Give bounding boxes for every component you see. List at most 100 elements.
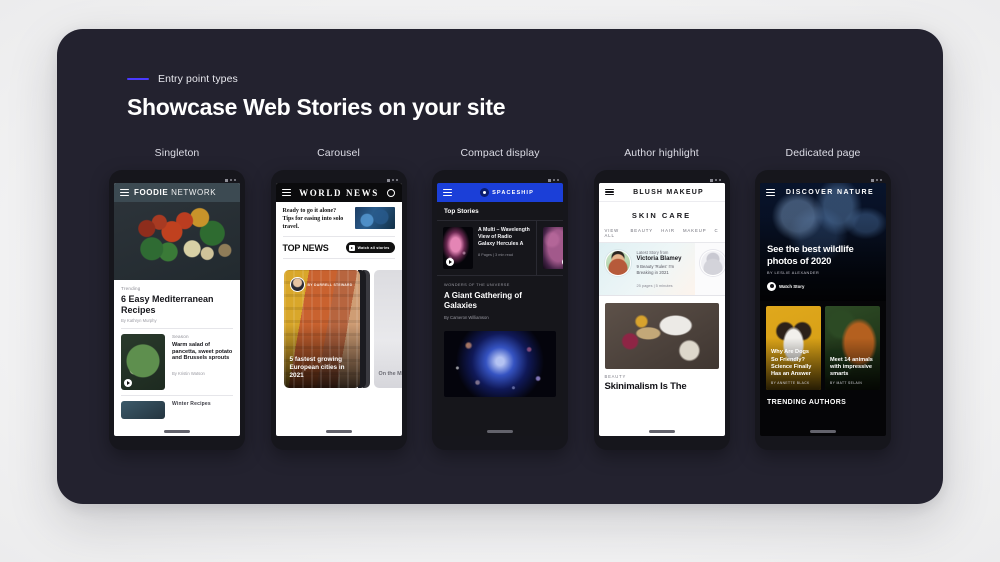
play-icon xyxy=(767,281,776,291)
menu-icon[interactable] xyxy=(766,189,775,196)
featured-article[interactable]: Trending 6 Easy Mediterranean Recipes By… xyxy=(114,280,240,425)
tab-makeup[interactable]: MAKEUP xyxy=(683,228,707,238)
tab-beauty[interactable]: BEAUTY xyxy=(630,228,653,238)
tab-view-all[interactable]: VIEW ALL xyxy=(605,228,623,238)
tab-more[interactable]: C xyxy=(714,228,718,238)
brand-name: BLUSH MAKEUP xyxy=(633,188,704,196)
story-thumbnail xyxy=(543,227,563,269)
tile-title: Why Are Dogs So Friendly? Science Finall… xyxy=(771,349,812,377)
story-carousel[interactable]: On the Mis Blo BY DARRELL STEWARD 5 fast… xyxy=(276,264,402,392)
teaser-image xyxy=(354,207,395,229)
battery-icon xyxy=(234,179,236,181)
column-carousel: Carousel WORLD NEWS Ready to go it alone… xyxy=(263,147,415,450)
article-kicker: Winter Recipes xyxy=(172,401,211,408)
battery-icon xyxy=(557,179,559,181)
app-bar: FOODIE NETWORK xyxy=(114,183,240,202)
app-bar: WORLD NEWS xyxy=(275,183,402,202)
account-icon[interactable] xyxy=(387,188,396,197)
story-grid: Why Are Dogs So Friendly? Science Finall… xyxy=(760,301,886,390)
home-indicator xyxy=(325,430,352,433)
article-thumbnail xyxy=(121,334,165,391)
list-item[interactable]: Season Warm salad of pancetta, sweet pot… xyxy=(121,334,233,391)
story-item[interactable]: A Multi – Wavelength View of Radio Galax… xyxy=(437,221,537,275)
story-title: 9 Beauty 'Rules' I'm Breaking in 2021 xyxy=(636,264,675,276)
home-indicator xyxy=(648,430,675,433)
story-title: A Multi – Wavelength View of Radio Galax… xyxy=(478,227,530,248)
hero-content: See the best wildlife photos of 2020 BY … xyxy=(767,244,876,293)
showcase-card: Entry point types Showcase Web Stories o… xyxy=(57,29,943,504)
story-card-next[interactable]: On the Mis Blo xyxy=(373,270,402,389)
article-kicker: Season xyxy=(172,334,189,340)
column-compact-display: Compact display SPACESHIP Top Stories A … xyxy=(424,147,576,450)
eyebrow-dash-icon xyxy=(127,78,149,80)
story-card-active[interactable]: BY DARRELL STEWARD 5 fastest growing Eur… xyxy=(283,270,360,389)
teaser-text: Ready to go it alone? Tips for easing in… xyxy=(282,208,344,231)
column-label: Carousel xyxy=(317,147,360,159)
list-item[interactable]: Winter Recipes xyxy=(121,401,233,420)
teaser-block[interactable]: Ready to go it alone? Tips for easing in… xyxy=(276,202,402,231)
avatar xyxy=(699,250,725,276)
battery-icon xyxy=(718,179,721,181)
page-background: Entry point types Showcase Web Stories o… xyxy=(0,0,1000,562)
wifi-icon xyxy=(230,179,232,181)
author-highlight-card[interactable]: Latest Story from Victoria Blamey 9 Beau… xyxy=(598,243,725,297)
author-name: Victoria Blamey xyxy=(636,256,682,262)
story-tile[interactable]: Why Are Dogs So Friendly? Science Finall… xyxy=(766,306,821,390)
next-author-card[interactable] xyxy=(694,243,725,296)
tile-byline: BY MATT SELAIN xyxy=(830,381,863,385)
hero-byline: BY LESLIE ALEXANDER xyxy=(767,271,820,275)
signal-icon xyxy=(548,178,551,182)
menu-icon[interactable] xyxy=(443,189,452,196)
eyebrow: Entry point types xyxy=(127,73,238,85)
phone-screen: BLUSH MAKEUP SKIN CARE VIEW ALL BEAUTY H… xyxy=(598,183,725,436)
story-author: BY DARRELL STEWARD xyxy=(289,277,353,293)
watch-story-button[interactable]: Watch Story xyxy=(767,281,804,291)
compact-story-strip[interactable]: A Multi – Wavelength View of Radio Galax… xyxy=(437,220,563,276)
signal-icon xyxy=(386,178,390,182)
featured-author[interactable]: Latest Story from Victoria Blamey 9 Beau… xyxy=(598,243,695,296)
play-icon xyxy=(348,244,355,251)
article-byline: By Cameron Williamson xyxy=(444,314,489,320)
signal-icon xyxy=(871,178,874,182)
app-bar: DISCOVER NATURE xyxy=(760,183,886,202)
battery-icon xyxy=(395,179,398,181)
article-byline: By Kathryn Murphy xyxy=(121,318,157,324)
story-tile[interactable]: Meet 14 animals with impressive smarts B… xyxy=(825,306,880,390)
phone-mockup-author: BLUSH MAKEUP SKIN CARE VIEW ALL BEAUTY H… xyxy=(593,170,730,450)
home-indicator xyxy=(487,430,513,433)
menu-icon[interactable] xyxy=(120,189,129,196)
page-title: Showcase Web Stories on your site xyxy=(127,94,506,120)
story-meta: 8 Pages | 3 min read xyxy=(478,253,513,258)
play-icon xyxy=(124,379,132,388)
category-tabs[interactable]: VIEW ALL BEAUTY HAIR MAKEUP C xyxy=(598,228,725,243)
article-headline: Skinimalism Is The xyxy=(604,381,687,393)
app-bar: SPACESHIP xyxy=(437,183,563,202)
story-item-partial[interactable] xyxy=(537,221,563,275)
column-label: Dedicated page xyxy=(785,147,861,159)
column-singleton: Singleton FOODIE NETWORK Trending 6 Easy… xyxy=(101,147,253,450)
article-kicker: Trending xyxy=(121,286,141,291)
article-kicker: WONDERS OF THE UNIVERSE xyxy=(444,282,510,287)
phone-screen: WORLD NEWS Ready to go it alone? Tips fo… xyxy=(275,183,402,436)
column-label: Singleton xyxy=(154,147,200,159)
brand-name: FOODIE NETWORK xyxy=(134,188,217,197)
section-title: Top Stories xyxy=(444,208,479,215)
section-title: SKIN CARE xyxy=(631,211,692,220)
wifi-icon xyxy=(391,179,394,181)
article-title: 6 Easy Mediterranean Recipes xyxy=(121,294,214,315)
brand-name: SPACESHIP xyxy=(492,189,534,196)
menu-icon[interactable] xyxy=(604,188,614,196)
story-thumbnail xyxy=(443,227,473,269)
play-icon xyxy=(562,258,563,266)
trending-authors-heading: TRENDING AUTHORS xyxy=(767,399,847,406)
menu-icon[interactable] xyxy=(281,189,291,196)
tab-hair[interactable]: HAIR xyxy=(661,228,675,238)
feature-article[interactable]: WONDERS OF THE UNIVERSE A Giant Gatherin… xyxy=(437,276,563,326)
article-title: Warm salad of pancetta, sweet potato and… xyxy=(172,342,233,362)
section-title: TOP NEWS xyxy=(282,242,329,253)
phone-mockup-dedicated: DISCOVER NATURE See the best wildlife ph… xyxy=(755,170,891,450)
watch-all-stories-button[interactable]: Watch all stories xyxy=(345,242,395,254)
wifi-icon xyxy=(553,179,555,181)
app-bar: BLUSH MAKEUP xyxy=(598,183,725,202)
play-icon xyxy=(446,258,454,266)
